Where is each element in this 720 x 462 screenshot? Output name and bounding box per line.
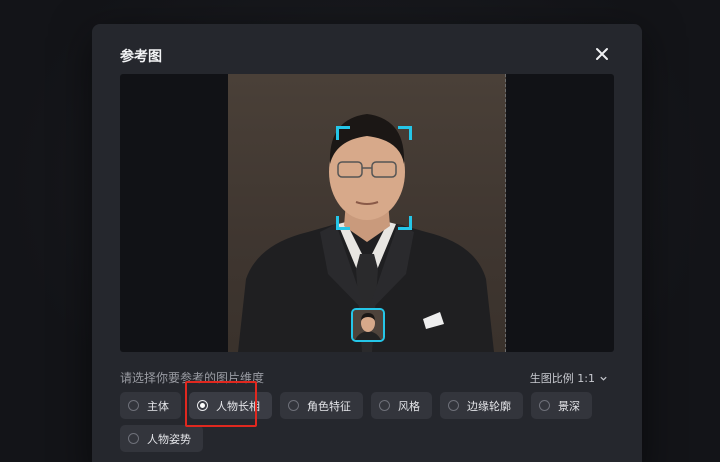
option-label: 人物姿势 (147, 432, 191, 446)
option-subject[interactable]: 主体 (120, 392, 181, 419)
option-edge-outline[interactable]: 边缘轮廓 (440, 392, 523, 419)
option-label: 人物长相 (216, 399, 260, 413)
option-depth[interactable]: 景深 (531, 392, 592, 419)
close-icon (596, 48, 608, 60)
option-character-traits[interactable]: 角色特征 (280, 392, 363, 419)
option-label: 主体 (147, 399, 169, 413)
radio-checked-icon (197, 400, 208, 411)
face-detection-frame (336, 126, 412, 230)
radio-icon (448, 400, 459, 411)
radio-icon (379, 400, 390, 411)
dimension-label: 请选择你要参考的图片维度 (120, 371, 265, 385)
option-face[interactable]: 人物长相 (189, 392, 272, 419)
reference-image-dialog: 参考图 请选择你要参考的图片维度 生图比例 1:1 主体 人物长相 角色特征 风… (92, 24, 642, 462)
radio-icon (128, 400, 139, 411)
option-label: 边缘轮廓 (467, 399, 511, 413)
close-button[interactable] (594, 46, 610, 62)
reference-preview (120, 74, 614, 352)
option-style[interactable]: 风格 (371, 392, 432, 419)
option-label: 角色特征 (307, 399, 351, 413)
radio-icon (128, 433, 139, 444)
face-thumbnail[interactable] (351, 308, 385, 342)
radio-icon (288, 400, 299, 411)
reference-photo (228, 74, 506, 352)
chevron-down-icon (600, 376, 607, 381)
aspect-ratio-label: 生图比例 1:1 (529, 372, 595, 385)
dialog-title: 参考图 (120, 49, 162, 65)
option-label: 风格 (398, 399, 420, 413)
dimension-row: 请选择你要参考的图片维度 生图比例 1:1 (120, 369, 614, 387)
option-pose[interactable]: 人物姿势 (120, 425, 203, 452)
radio-icon (539, 400, 550, 411)
option-label: 景深 (558, 399, 580, 413)
dimension-options: 主体 人物长相 角色特征 风格 边缘轮廓 景深 人物姿势 (120, 392, 620, 452)
aspect-ratio-dropdown[interactable]: 生图比例 1:1 (530, 370, 608, 386)
